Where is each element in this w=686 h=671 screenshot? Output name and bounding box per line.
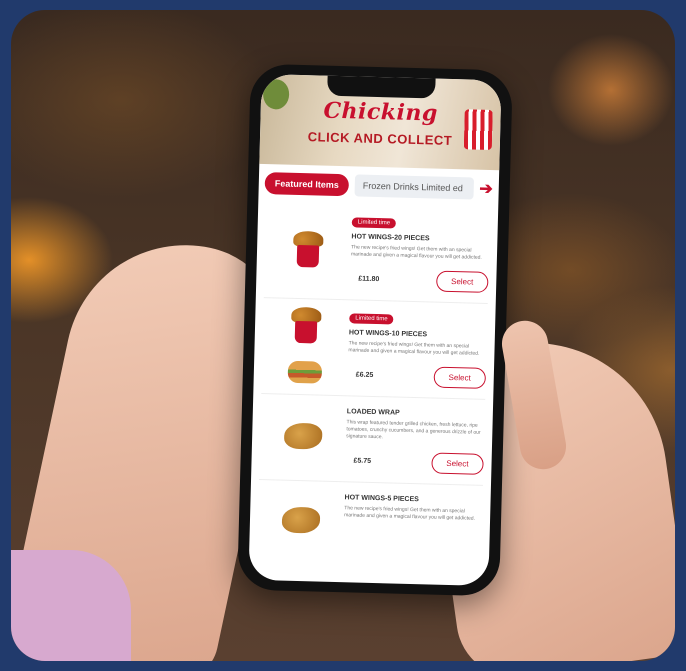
menu-item: Limited time HOT WINGS-20 PIECES The new… xyxy=(256,202,498,293)
item-price: £6.25 xyxy=(355,371,374,379)
limited-time-badge: Limited time xyxy=(351,217,397,229)
chicken-bucket-image xyxy=(293,230,324,268)
item-description: The new recipe's fried wings! Get them w… xyxy=(350,244,482,261)
burger-image xyxy=(287,360,323,384)
select-button[interactable]: Select xyxy=(433,366,487,389)
menu-item: Limited time HOT WINGS-10 PIECES The new… xyxy=(254,298,496,389)
select-button[interactable]: Select xyxy=(435,270,489,293)
food-image xyxy=(262,304,350,385)
food-image xyxy=(259,400,347,471)
limited-time-badge: Limited time xyxy=(349,313,394,325)
item-description: The new recipe's fried wings! Get them w… xyxy=(344,505,476,522)
sleeve xyxy=(11,550,131,661)
item-title: HOT WINGS-5 PIECES xyxy=(344,494,419,504)
select-button[interactable]: Select xyxy=(431,452,484,475)
item-price: £11.80 xyxy=(358,275,380,284)
item-price: £5.75 xyxy=(353,457,372,465)
item-description: The new recipe's fried wings! Get them w… xyxy=(348,340,480,357)
food-image xyxy=(258,486,345,534)
food-image xyxy=(264,208,352,289)
tab-featured-items[interactable]: Featured Items xyxy=(264,172,350,197)
menu-item: HOT WINGS-5 PIECES The new recipe's frie… xyxy=(250,480,491,538)
item-title: HOT WINGS-20 PIECES xyxy=(351,233,430,243)
item-title: LOADED WRAP xyxy=(346,408,400,417)
phone: Chicking CLICK AND COLLECT Featured Item… xyxy=(237,63,513,597)
phone-notch xyxy=(327,73,436,99)
fried-chicken-image xyxy=(281,506,321,534)
tab-frozen-drinks[interactable]: Frozen Drinks Limited ed xyxy=(354,174,474,200)
photo-background: Chicking CLICK AND COLLECT Featured Item… xyxy=(11,10,675,661)
arrow-right-icon[interactable]: ➔ xyxy=(479,179,493,199)
category-tabs: Featured Items Frozen Drinks Limited ed … xyxy=(258,164,499,208)
fries-decoration xyxy=(463,109,493,150)
chicken-bucket-image xyxy=(291,306,322,343)
item-title: HOT WINGS-10 PIECES xyxy=(348,329,428,339)
phone-screen: Chicking CLICK AND COLLECT Featured Item… xyxy=(248,73,502,587)
item-description: This wrap featured tender grilled chicke… xyxy=(346,419,481,441)
wrap-image xyxy=(283,422,323,450)
menu-item: LOADED WRAP This wrap featured tender gr… xyxy=(251,394,493,475)
